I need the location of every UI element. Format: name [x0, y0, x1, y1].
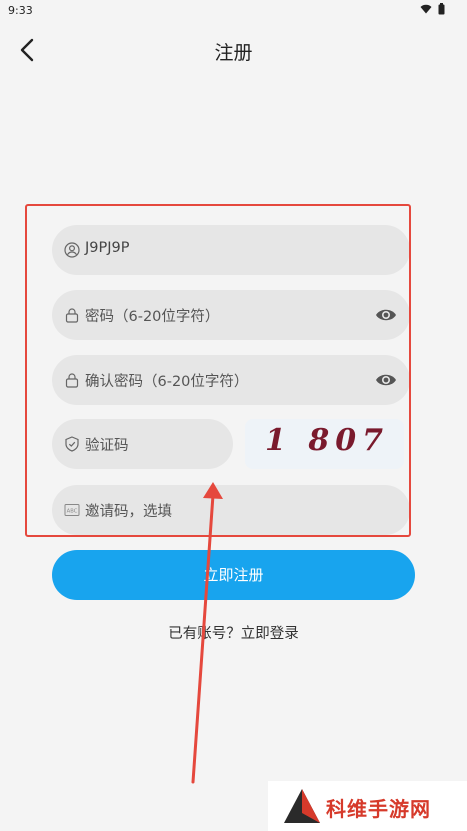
watermark: 科维手游网	[268, 781, 467, 831]
annotation-highlight-frame	[25, 204, 411, 537]
wifi-icon	[420, 4, 432, 14]
login-link[interactable]: 已有账号？立即登录	[0, 622, 467, 643]
status-time: 9:33	[8, 4, 33, 17]
register-button[interactable]: 立即注册	[52, 550, 415, 600]
watermark-logo-icon	[284, 789, 320, 823]
status-icons	[420, 3, 445, 15]
header: 注册	[0, 28, 467, 72]
status-bar: 9:33	[0, 0, 467, 22]
battery-icon	[438, 3, 445, 15]
watermark-text: 科维手游网	[326, 797, 431, 821]
page-title: 注册	[214, 42, 253, 64]
